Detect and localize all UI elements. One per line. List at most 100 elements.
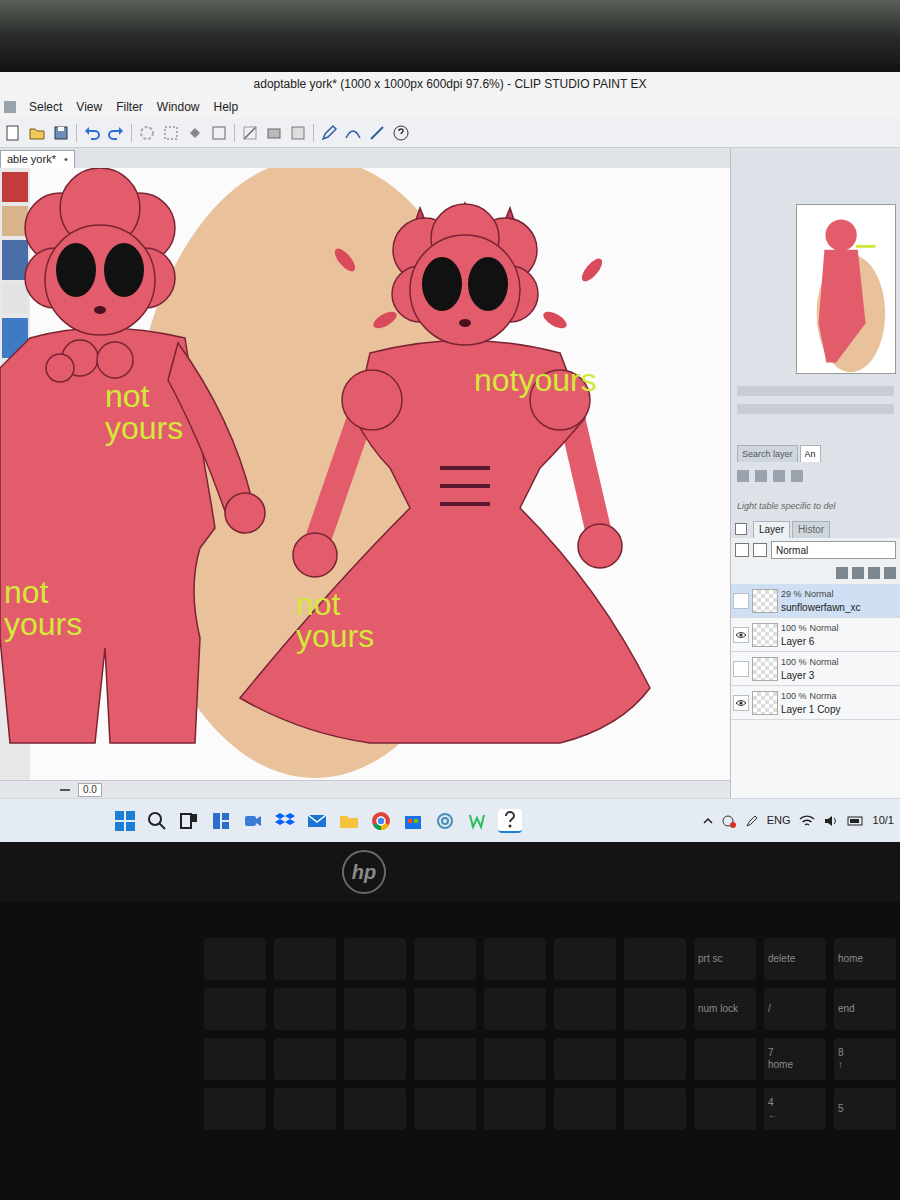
key[interactable] bbox=[624, 1088, 686, 1130]
key[interactable] bbox=[694, 1088, 756, 1130]
key[interactable] bbox=[204, 988, 266, 1030]
document-tab[interactable]: able york* • bbox=[0, 150, 75, 168]
zoom-slider[interactable] bbox=[737, 386, 894, 396]
tool-icon[interactable] bbox=[773, 470, 785, 482]
key[interactable] bbox=[274, 1088, 336, 1130]
key[interactable] bbox=[624, 938, 686, 980]
key[interactable]: num lock bbox=[694, 988, 756, 1030]
key[interactable] bbox=[414, 1038, 476, 1080]
lock-icon[interactable] bbox=[868, 567, 880, 579]
file-explorer-icon[interactable] bbox=[338, 810, 360, 832]
tab-close[interactable]: • bbox=[64, 151, 68, 168]
key[interactable] bbox=[414, 1088, 476, 1130]
key[interactable] bbox=[344, 938, 406, 980]
layer-row[interactable]: 29 %Normalsunflowerfawn_xc bbox=[731, 584, 900, 618]
panel-tab[interactable]: Search layer bbox=[737, 445, 798, 462]
key[interactable]: 7home bbox=[764, 1038, 826, 1080]
language-indicator[interactable]: ENG bbox=[767, 812, 791, 829]
key[interactable] bbox=[484, 938, 546, 980]
key[interactable]: prt sc bbox=[694, 938, 756, 980]
key[interactable] bbox=[624, 1038, 686, 1080]
key[interactable]: / bbox=[764, 988, 826, 1030]
navigator-preview[interactable] bbox=[796, 204, 896, 374]
battery-icon[interactable] bbox=[847, 815, 865, 827]
key[interactable] bbox=[694, 1038, 756, 1080]
key[interactable] bbox=[274, 988, 336, 1030]
key[interactable] bbox=[484, 988, 546, 1030]
key[interactable] bbox=[344, 988, 406, 1030]
checkbox-icon[interactable] bbox=[735, 523, 747, 535]
key[interactable] bbox=[484, 1088, 546, 1130]
search-icon[interactable] bbox=[146, 810, 168, 832]
pen-icon[interactable] bbox=[320, 124, 338, 142]
key[interactable] bbox=[414, 988, 476, 1030]
key[interactable] bbox=[344, 1038, 406, 1080]
menu-item[interactable]: Select bbox=[22, 98, 69, 116]
blend-mode-select[interactable]: Normal bbox=[771, 541, 896, 559]
menu-item[interactable]: View bbox=[69, 98, 109, 116]
task-view-icon[interactable] bbox=[178, 810, 200, 832]
menu-item[interactable]: Window bbox=[150, 98, 207, 116]
widgets-icon[interactable] bbox=[210, 810, 232, 832]
key[interactable] bbox=[204, 1088, 266, 1130]
key[interactable]: home bbox=[834, 938, 896, 980]
zoom-out-icon[interactable] bbox=[60, 789, 70, 791]
open-folder-icon[interactable] bbox=[28, 124, 46, 142]
tool-icon[interactable] bbox=[755, 470, 767, 482]
key[interactable]: 4← bbox=[764, 1088, 826, 1130]
new-layer-icon[interactable] bbox=[836, 567, 848, 579]
volume-icon[interactable] bbox=[823, 814, 839, 828]
menu-item[interactable]: Filter bbox=[109, 98, 150, 116]
clip-studio-icon[interactable] bbox=[498, 809, 522, 833]
dropbox-icon[interactable] bbox=[274, 810, 296, 832]
visibility-toggle[interactable] bbox=[733, 593, 749, 609]
key[interactable] bbox=[274, 1038, 336, 1080]
key[interactable]: 5 bbox=[834, 1088, 896, 1130]
zoom-field[interactable]: 0.0 bbox=[78, 783, 102, 797]
key[interactable]: end bbox=[834, 988, 896, 1030]
chevron-up-icon[interactable] bbox=[703, 816, 713, 826]
menu-item[interactable]: Help bbox=[207, 98, 246, 116]
pen-tray-icon[interactable] bbox=[745, 814, 759, 828]
wifi-icon[interactable] bbox=[799, 814, 815, 828]
meet-icon[interactable] bbox=[242, 810, 264, 832]
loading-icon[interactable] bbox=[138, 124, 156, 142]
frame-icon[interactable] bbox=[210, 124, 228, 142]
date[interactable]: 10/1 bbox=[873, 812, 894, 829]
grid-icon[interactable] bbox=[289, 124, 307, 142]
spiral-app-icon[interactable] bbox=[434, 810, 456, 832]
curve-icon[interactable] bbox=[344, 124, 362, 142]
webtoon-app-icon[interactable] bbox=[466, 810, 488, 832]
tab-label[interactable]: able york* bbox=[7, 151, 56, 168]
layer-name[interactable]: sunflowerfawn_xc bbox=[781, 601, 898, 614]
layer-row[interactable]: 100 %NormalLayer 3 bbox=[731, 652, 900, 686]
layer-row[interactable]: 100 %NormalLayer 6 bbox=[731, 618, 900, 652]
rotate-slider[interactable] bbox=[737, 404, 894, 414]
key[interactable]: 8↑ bbox=[834, 1038, 896, 1080]
chrome-icon[interactable] bbox=[370, 810, 392, 832]
menu-icon[interactable] bbox=[4, 101, 16, 113]
tool-icon[interactable] bbox=[791, 470, 803, 482]
key[interactable] bbox=[204, 938, 266, 980]
visibility-toggle[interactable] bbox=[733, 661, 749, 677]
visibility-toggle[interactable] bbox=[733, 627, 749, 643]
delete-icon[interactable] bbox=[884, 567, 896, 579]
key[interactable] bbox=[414, 938, 476, 980]
layer-panel-tab[interactable]: Histor bbox=[792, 521, 830, 538]
layer-row[interactable]: 100 %NormaLayer 1 Copy bbox=[731, 686, 900, 720]
help-icon[interactable] bbox=[392, 124, 410, 142]
key[interactable] bbox=[554, 938, 616, 980]
key[interactable] bbox=[344, 1088, 406, 1130]
select-icon[interactable] bbox=[162, 124, 180, 142]
transform-icon[interactable] bbox=[241, 124, 259, 142]
mail-icon[interactable] bbox=[306, 810, 328, 832]
layer-name[interactable]: Layer 3 bbox=[781, 669, 898, 682]
checkbox-icon[interactable] bbox=[735, 543, 749, 557]
key[interactable] bbox=[204, 1038, 266, 1080]
key[interactable] bbox=[274, 938, 336, 980]
tool-icon[interactable] bbox=[737, 470, 749, 482]
key[interactable] bbox=[554, 988, 616, 1030]
ruler-icon[interactable] bbox=[368, 124, 386, 142]
panel-tab[interactable]: An bbox=[800, 445, 821, 462]
layer-name[interactable]: Layer 1 Copy bbox=[781, 703, 898, 716]
